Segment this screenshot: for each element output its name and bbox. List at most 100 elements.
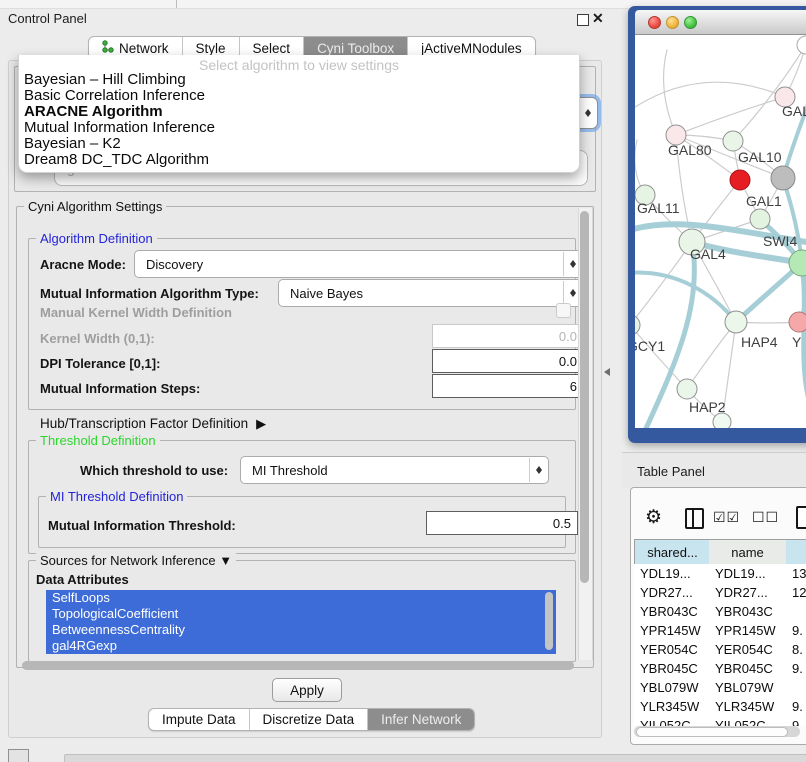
mi-threshold-title: MI Threshold Definition — [46, 489, 187, 504]
network-view[interactable]: GALGAL80GAL10GAL1GAL11SWI4GAL4GCY1HAP4YH… — [635, 35, 806, 428]
column-header-2[interactable] — [786, 539, 806, 565]
attribute-item-gal4rgexp[interactable]: gal4RGexp — [46, 638, 556, 654]
network-node[interactable] — [771, 166, 795, 190]
gear-icon[interactable]: ⚙ — [645, 506, 662, 529]
close-icon[interactable]: ✕ — [592, 10, 604, 27]
float-window-icon[interactable] — [577, 14, 589, 26]
close-traffic-light-icon[interactable] — [648, 16, 661, 29]
settings-hscrollbar-thumb[interactable] — [22, 661, 574, 670]
table-cell: YLR345W — [634, 699, 709, 714]
splitter-collapse-arrow-icon[interactable] — [604, 368, 610, 376]
dropdown-placeholder: Select algorithm to view settings — [19, 55, 579, 72]
apply-button[interactable]: Apply — [272, 678, 342, 702]
table-row[interactable]: YBL079WYBL079W — [634, 678, 806, 697]
checked-columns-icon[interactable]: ☑☑ — [713, 509, 740, 526]
mi-threshold-value: 0.5 — [553, 516, 571, 531]
network-edge[interactable] — [664, 50, 676, 135]
dropdown-item-dream8-dc-tdc-algorithm[interactable]: Dream8 DC_TDC Algorithm — [19, 152, 579, 168]
mi-steps-field[interactable]: 6 — [432, 374, 584, 398]
table-row[interactable]: YBR043CYBR043C — [634, 602, 806, 621]
aracne-mode-combo[interactable]: Discovery — [134, 250, 583, 278]
network-edge[interactable] — [733, 45, 806, 141]
dropdown-item-basic-correlation-inference[interactable]: Basic Correlation Inference — [19, 88, 579, 104]
table-hscrollbar-track[interactable] — [634, 726, 800, 737]
mi-threshold-field[interactable]: 0.5 — [426, 511, 578, 535]
table-cell: YBL079W — [634, 680, 709, 695]
tab-infer-network[interactable]: Infer Network — [367, 709, 474, 730]
mi-threshold-label: Mutual Information Threshold: — [48, 518, 236, 533]
network-node[interactable] — [713, 413, 731, 428]
tab-discretize-data[interactable]: Discretize Data — [249, 709, 368, 730]
network-node[interactable] — [789, 312, 806, 332]
sources-title[interactable]: Sources for Network Inference ▼ — [36, 553, 236, 568]
split-view-icon[interactable] — [685, 508, 704, 529]
expand-down-icon: ▼ — [219, 553, 232, 568]
column-header-shared[interactable]: shared... — [634, 539, 711, 565]
table-cell: 9. — [786, 661, 806, 676]
data-attributes-list[interactable]: SelfLoopsTopologicalCoefficientBetweenne… — [46, 590, 556, 654]
table-rows[interactable]: YDL19...YDL19...13YDR27...YDR27...12YBR0… — [634, 564, 806, 726]
node-label-hap4: HAP4 — [741, 334, 778, 350]
manual-kernel-label: Manual Kernel Width Definition — [40, 305, 232, 320]
table-row[interactable]: YPR145WYPR145W9. — [634, 621, 806, 640]
mi-type-combo[interactable]: Naive Bayes — [278, 279, 583, 307]
network-node[interactable] — [725, 311, 747, 333]
table-row[interactable]: YBR045CYBR045C9. — [634, 659, 806, 678]
network-node[interactable] — [635, 315, 640, 335]
algorithm-dropdown: Select algorithm to view settings Bayesi… — [18, 55, 580, 173]
bottom-left-icon[interactable] — [8, 749, 29, 762]
table-row[interactable]: YDL19...YDL19...13 — [634, 564, 806, 583]
top-strip-divider — [176, 0, 177, 8]
dropdown-item-bayesian-k2[interactable]: Bayesian – K2 — [19, 136, 579, 152]
network-node[interactable] — [723, 131, 743, 151]
dropdown-item-bayesian-hill-climbing[interactable]: Bayesian – Hill Climbing — [19, 72, 579, 88]
network-edge[interactable] — [635, 273, 736, 322]
mi-type-label: Mutual Information Algorithm Type: — [40, 286, 259, 301]
attribute-item-topologicalcoefficient[interactable]: TopologicalCoefficient — [46, 606, 556, 622]
table-cell: 13 — [786, 566, 806, 581]
table-cell: YBR043C — [634, 604, 709, 619]
table-row[interactable]: YIL052CYIL052C9. — [634, 716, 806, 726]
network-graph: GALGAL80GAL10GAL1GAL11SWI4GAL4GCY1HAP4YH… — [635, 35, 806, 428]
network-window-titlebar[interactable] — [635, 10, 806, 35]
table-row[interactable]: YLR345WYLR345W9. — [634, 697, 806, 716]
network-node[interactable] — [797, 36, 806, 54]
stepper-icon — [578, 99, 596, 127]
column-header-name[interactable]: name — [709, 539, 787, 565]
network-node[interactable] — [730, 170, 750, 190]
network-edge[interactable] — [676, 97, 785, 135]
table-hscrollbar-thumb[interactable] — [636, 727, 788, 737]
dropdown-item-aracne-algorithm[interactable]: ARACNE Algorithm — [19, 104, 579, 120]
table-header: shared...name — [634, 539, 806, 563]
attribute-item-betweennesscentrality[interactable]: BetweennessCentrality — [46, 622, 556, 638]
network-edge[interactable] — [635, 325, 687, 389]
manual-kernel-checkbox[interactable] — [556, 303, 571, 318]
network-edge[interactable] — [643, 242, 694, 428]
unchecked-columns-icon[interactable]: ☐☐ — [752, 509, 779, 526]
which-threshold-combo[interactable]: MI Threshold — [240, 456, 549, 484]
kernel-width-value: 0.0 — [559, 329, 577, 344]
network-node[interactable] — [750, 209, 770, 229]
network-node[interactable] — [677, 379, 697, 399]
hub-definition-toggle[interactable]: Hub/Transcription Factor Definition▶ — [40, 416, 266, 432]
network-edge[interactable] — [635, 82, 785, 107]
document-icon[interactable] — [796, 506, 806, 529]
network-edge[interactable] — [687, 322, 736, 389]
dropdown-item-mutual-information-inference[interactable]: Mutual Information Inference — [19, 120, 579, 136]
table-cell: 8. — [786, 642, 806, 657]
screen: Control Panel ✕ NetworkStyleSelectCyni T… — [0, 0, 806, 762]
node-label-gal: GAL — [782, 103, 806, 119]
dpi-tolerance-field[interactable]: 0.0 — [432, 349, 584, 373]
attribute-item-selfloops[interactable]: SelfLoops — [46, 590, 556, 606]
attributes-list-scrollbar[interactable] — [545, 592, 553, 650]
minimize-traffic-light-icon[interactable] — [666, 16, 679, 29]
zoom-traffic-light-icon[interactable] — [684, 16, 697, 29]
table-row[interactable]: YER054CYER054C8. — [634, 640, 806, 659]
which-threshold-value: MI Threshold — [252, 463, 328, 478]
tab-impute-data[interactable]: Impute Data — [149, 709, 249, 730]
kernel-width-field[interactable]: 0.0 — [432, 324, 584, 348]
network-edge[interactable] — [802, 263, 806, 428]
settings-vscrollbar-thumb[interactable] — [580, 211, 589, 583]
tab-label: Network — [119, 41, 169, 56]
table-row[interactable]: YDR27...YDR27...12 — [634, 583, 806, 602]
